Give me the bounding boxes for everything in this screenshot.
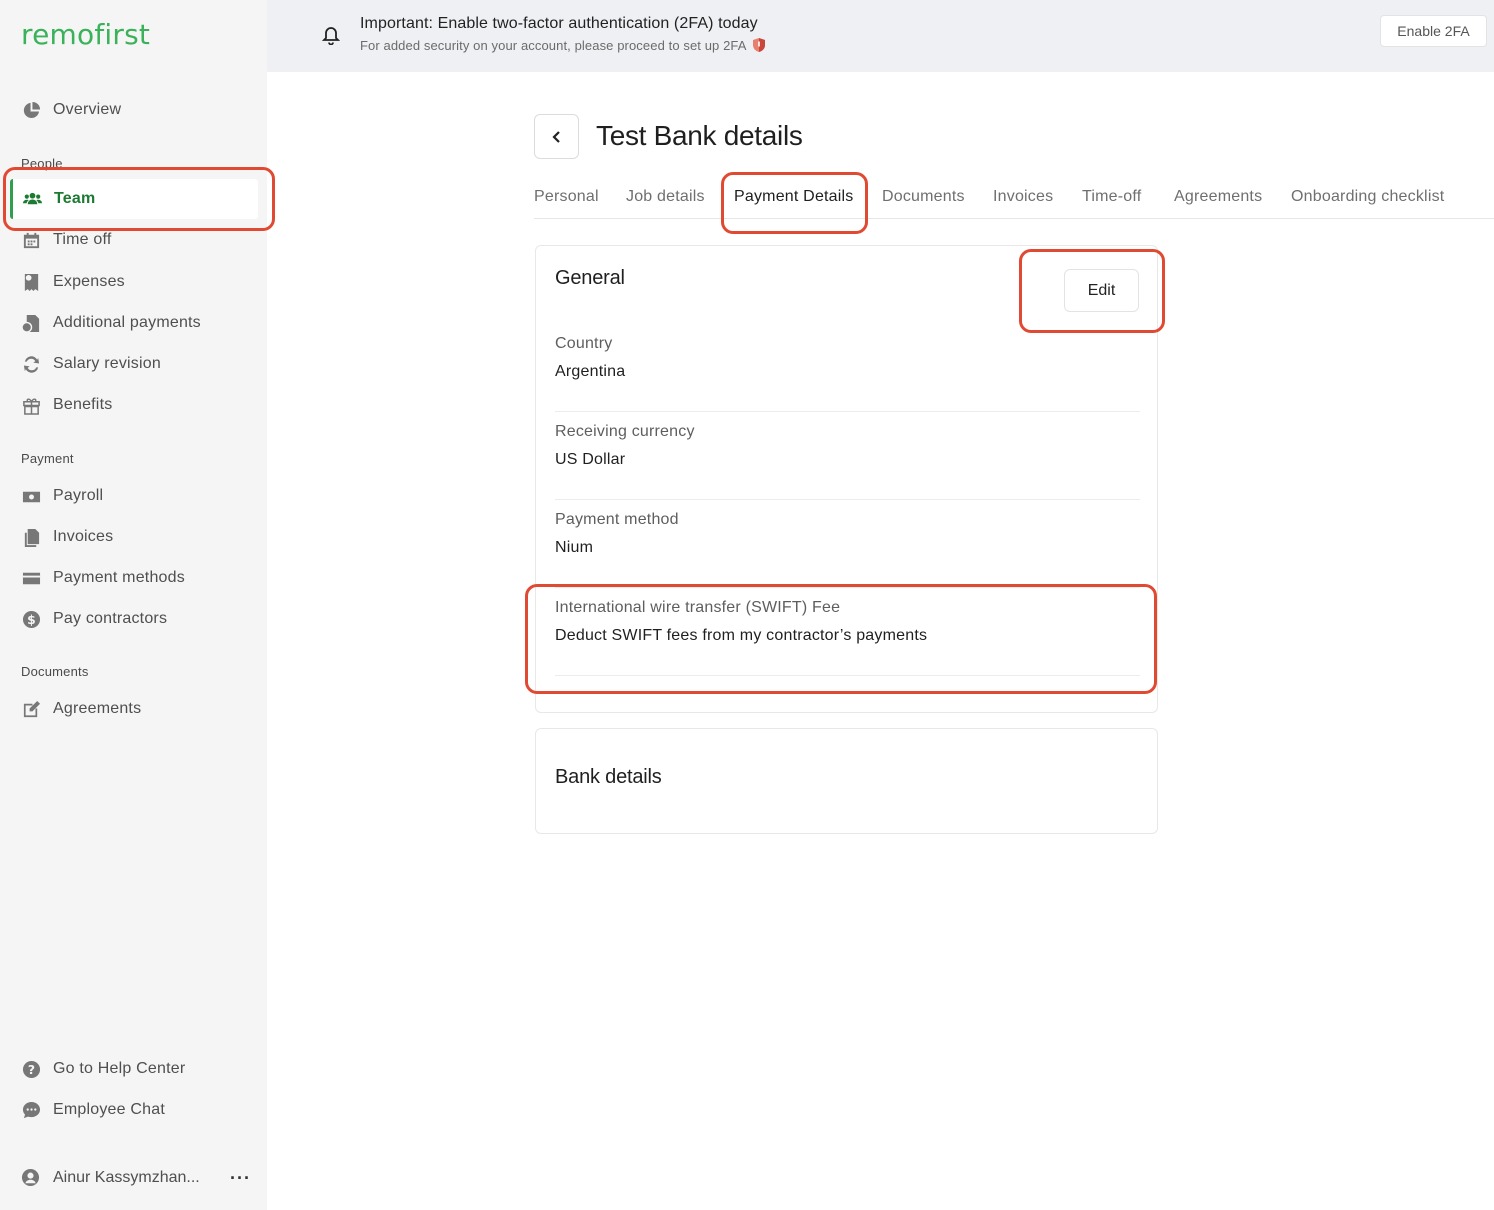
tab-bar: Personal Job details Payment Details Doc… xyxy=(534,176,1494,219)
field-country: Country Argentina xyxy=(555,324,1140,412)
sidebar-item-label: Additional payments xyxy=(53,314,201,331)
tab-time-off[interactable]: Time-off xyxy=(1082,188,1141,206)
sidebar-item-label: Expenses xyxy=(53,273,125,290)
tab-agreements[interactable]: Agreements xyxy=(1174,188,1262,206)
salary-revision-icon xyxy=(21,354,41,374)
sidebar-item-additional-payments[interactable]: Additional payments xyxy=(10,303,258,343)
sidebar-item-time-off[interactable]: Time off xyxy=(10,220,258,260)
sidebar-item-label: Overview xyxy=(53,101,122,118)
section-label-documents: Documents xyxy=(21,664,89,679)
tab-invoices[interactable]: Invoices xyxy=(993,188,1053,206)
sidebar-item-expenses[interactable]: Expenses xyxy=(10,262,258,302)
sidebar-item-pay-contractors[interactable]: $ Pay contractors xyxy=(10,599,258,639)
sidebar-item-label: Invoices xyxy=(53,528,114,545)
bank-details-title: Bank details xyxy=(555,766,662,788)
sidebar-item-salary-revision[interactable]: Salary revision xyxy=(10,344,258,384)
field-value: Deduct SWIFT fees from my contractor’s p… xyxy=(555,627,928,644)
sidebar-item-label: Payment methods xyxy=(53,569,185,586)
sidebar-item-payroll[interactable]: Payroll xyxy=(10,476,258,516)
bank-details-card: Bank details xyxy=(535,728,1158,834)
svg-text:?: ? xyxy=(27,1062,34,1076)
back-button[interactable] xyxy=(534,114,579,159)
field-receiving-currency: Receiving currency US Dollar xyxy=(555,412,1140,500)
sidebar-item-team[interactable]: Team xyxy=(10,179,258,219)
field-payment-method: Payment method Nium xyxy=(555,500,1140,588)
section-label-people: People xyxy=(21,156,63,171)
invoices-icon xyxy=(21,527,41,547)
sidebar-item-help-center[interactable]: ? Go to Help Center xyxy=(10,1049,258,1089)
sidebar-item-label: Pay contractors xyxy=(53,610,168,627)
general-card: General Edit Country Argentina Receiving… xyxy=(535,245,1158,713)
general-card-title: General xyxy=(555,267,625,289)
tab-documents[interactable]: Documents xyxy=(882,188,965,206)
help-icon: ? xyxy=(21,1059,41,1079)
calendar-icon xyxy=(21,230,41,250)
user-icon xyxy=(21,1168,41,1188)
tab-personal[interactable]: Personal xyxy=(534,188,599,206)
user-menu-button[interactable]: ··· xyxy=(230,1168,251,1189)
tab-job-details[interactable]: Job details xyxy=(626,188,705,206)
sidebar-item-label: Agreements xyxy=(53,700,142,717)
sidebar-item-invoices[interactable]: Invoices xyxy=(10,517,258,557)
user-profile[interactable]: Ainur Kassymzhan... ··· xyxy=(21,1166,251,1190)
banner-subtitle: For added security on your account, plea… xyxy=(360,38,765,53)
field-value: Argentina xyxy=(555,363,626,380)
sidebar-item-benefits[interactable]: Benefits xyxy=(10,385,258,425)
user-name: Ainur Kassymzhan... xyxy=(53,1169,200,1186)
sidebar-item-agreements[interactable]: Agreements xyxy=(10,689,258,729)
sidebar: remofirst Overview People Team Time off … xyxy=(0,0,267,1210)
sidebar-item-label: Salary revision xyxy=(53,355,161,372)
payroll-icon xyxy=(21,486,41,506)
remofirst-logo[interactable]: remofirst xyxy=(21,18,150,51)
sidebar-item-label: Go to Help Center xyxy=(53,1060,186,1077)
additional-payments-icon xyxy=(21,313,41,333)
banner-title: Important: Enable two-factor authenticat… xyxy=(360,15,758,32)
dollar-icon: $ xyxy=(21,609,41,629)
field-value: US Dollar xyxy=(555,451,626,468)
field-label: Country xyxy=(555,335,613,352)
sidebar-item-overview[interactable]: Overview xyxy=(10,90,258,130)
sidebar-item-employee-chat[interactable]: Employee Chat xyxy=(10,1090,258,1130)
twofa-banner: Important: Enable two-factor authenticat… xyxy=(267,0,1494,72)
svg-text:$: $ xyxy=(27,612,36,626)
tab-payment-details[interactable]: Payment Details xyxy=(734,188,854,206)
expenses-icon xyxy=(21,272,41,292)
team-icon xyxy=(22,189,42,209)
field-label: Receiving currency xyxy=(555,423,695,440)
credit-card-icon xyxy=(21,568,41,588)
sidebar-item-label: Team xyxy=(54,190,96,207)
sidebar-item-payment-methods[interactable]: Payment methods xyxy=(10,558,258,598)
field-value: Nium xyxy=(555,539,594,556)
chevron-left-icon xyxy=(551,130,560,143)
pie-chart-icon xyxy=(21,100,41,120)
section-label-payment: Payment xyxy=(21,451,74,466)
field-label: Payment method xyxy=(555,511,679,528)
shield-icon xyxy=(752,38,765,52)
field-label: International wire transfer (SWIFT) Fee xyxy=(555,599,841,616)
banner-subtitle-text: For added security on your account, plea… xyxy=(360,38,746,53)
edit-button[interactable]: Edit xyxy=(1064,269,1139,312)
chat-icon xyxy=(21,1100,41,1120)
tab-onboarding-checklist[interactable]: Onboarding checklist xyxy=(1291,188,1444,206)
sidebar-item-label: Benefits xyxy=(53,396,113,413)
sidebar-item-label: Employee Chat xyxy=(53,1101,165,1118)
enable-2fa-button[interactable]: Enable 2FA xyxy=(1380,15,1487,47)
page-title: Test Bank details xyxy=(596,120,803,151)
gift-icon xyxy=(21,395,41,415)
sidebar-item-label: Time off xyxy=(53,231,112,248)
field-swift-fee: International wire transfer (SWIFT) Fee … xyxy=(555,588,1140,676)
edit-icon xyxy=(21,699,41,719)
bell-icon xyxy=(321,25,342,46)
sidebar-item-label: Payroll xyxy=(53,487,104,504)
